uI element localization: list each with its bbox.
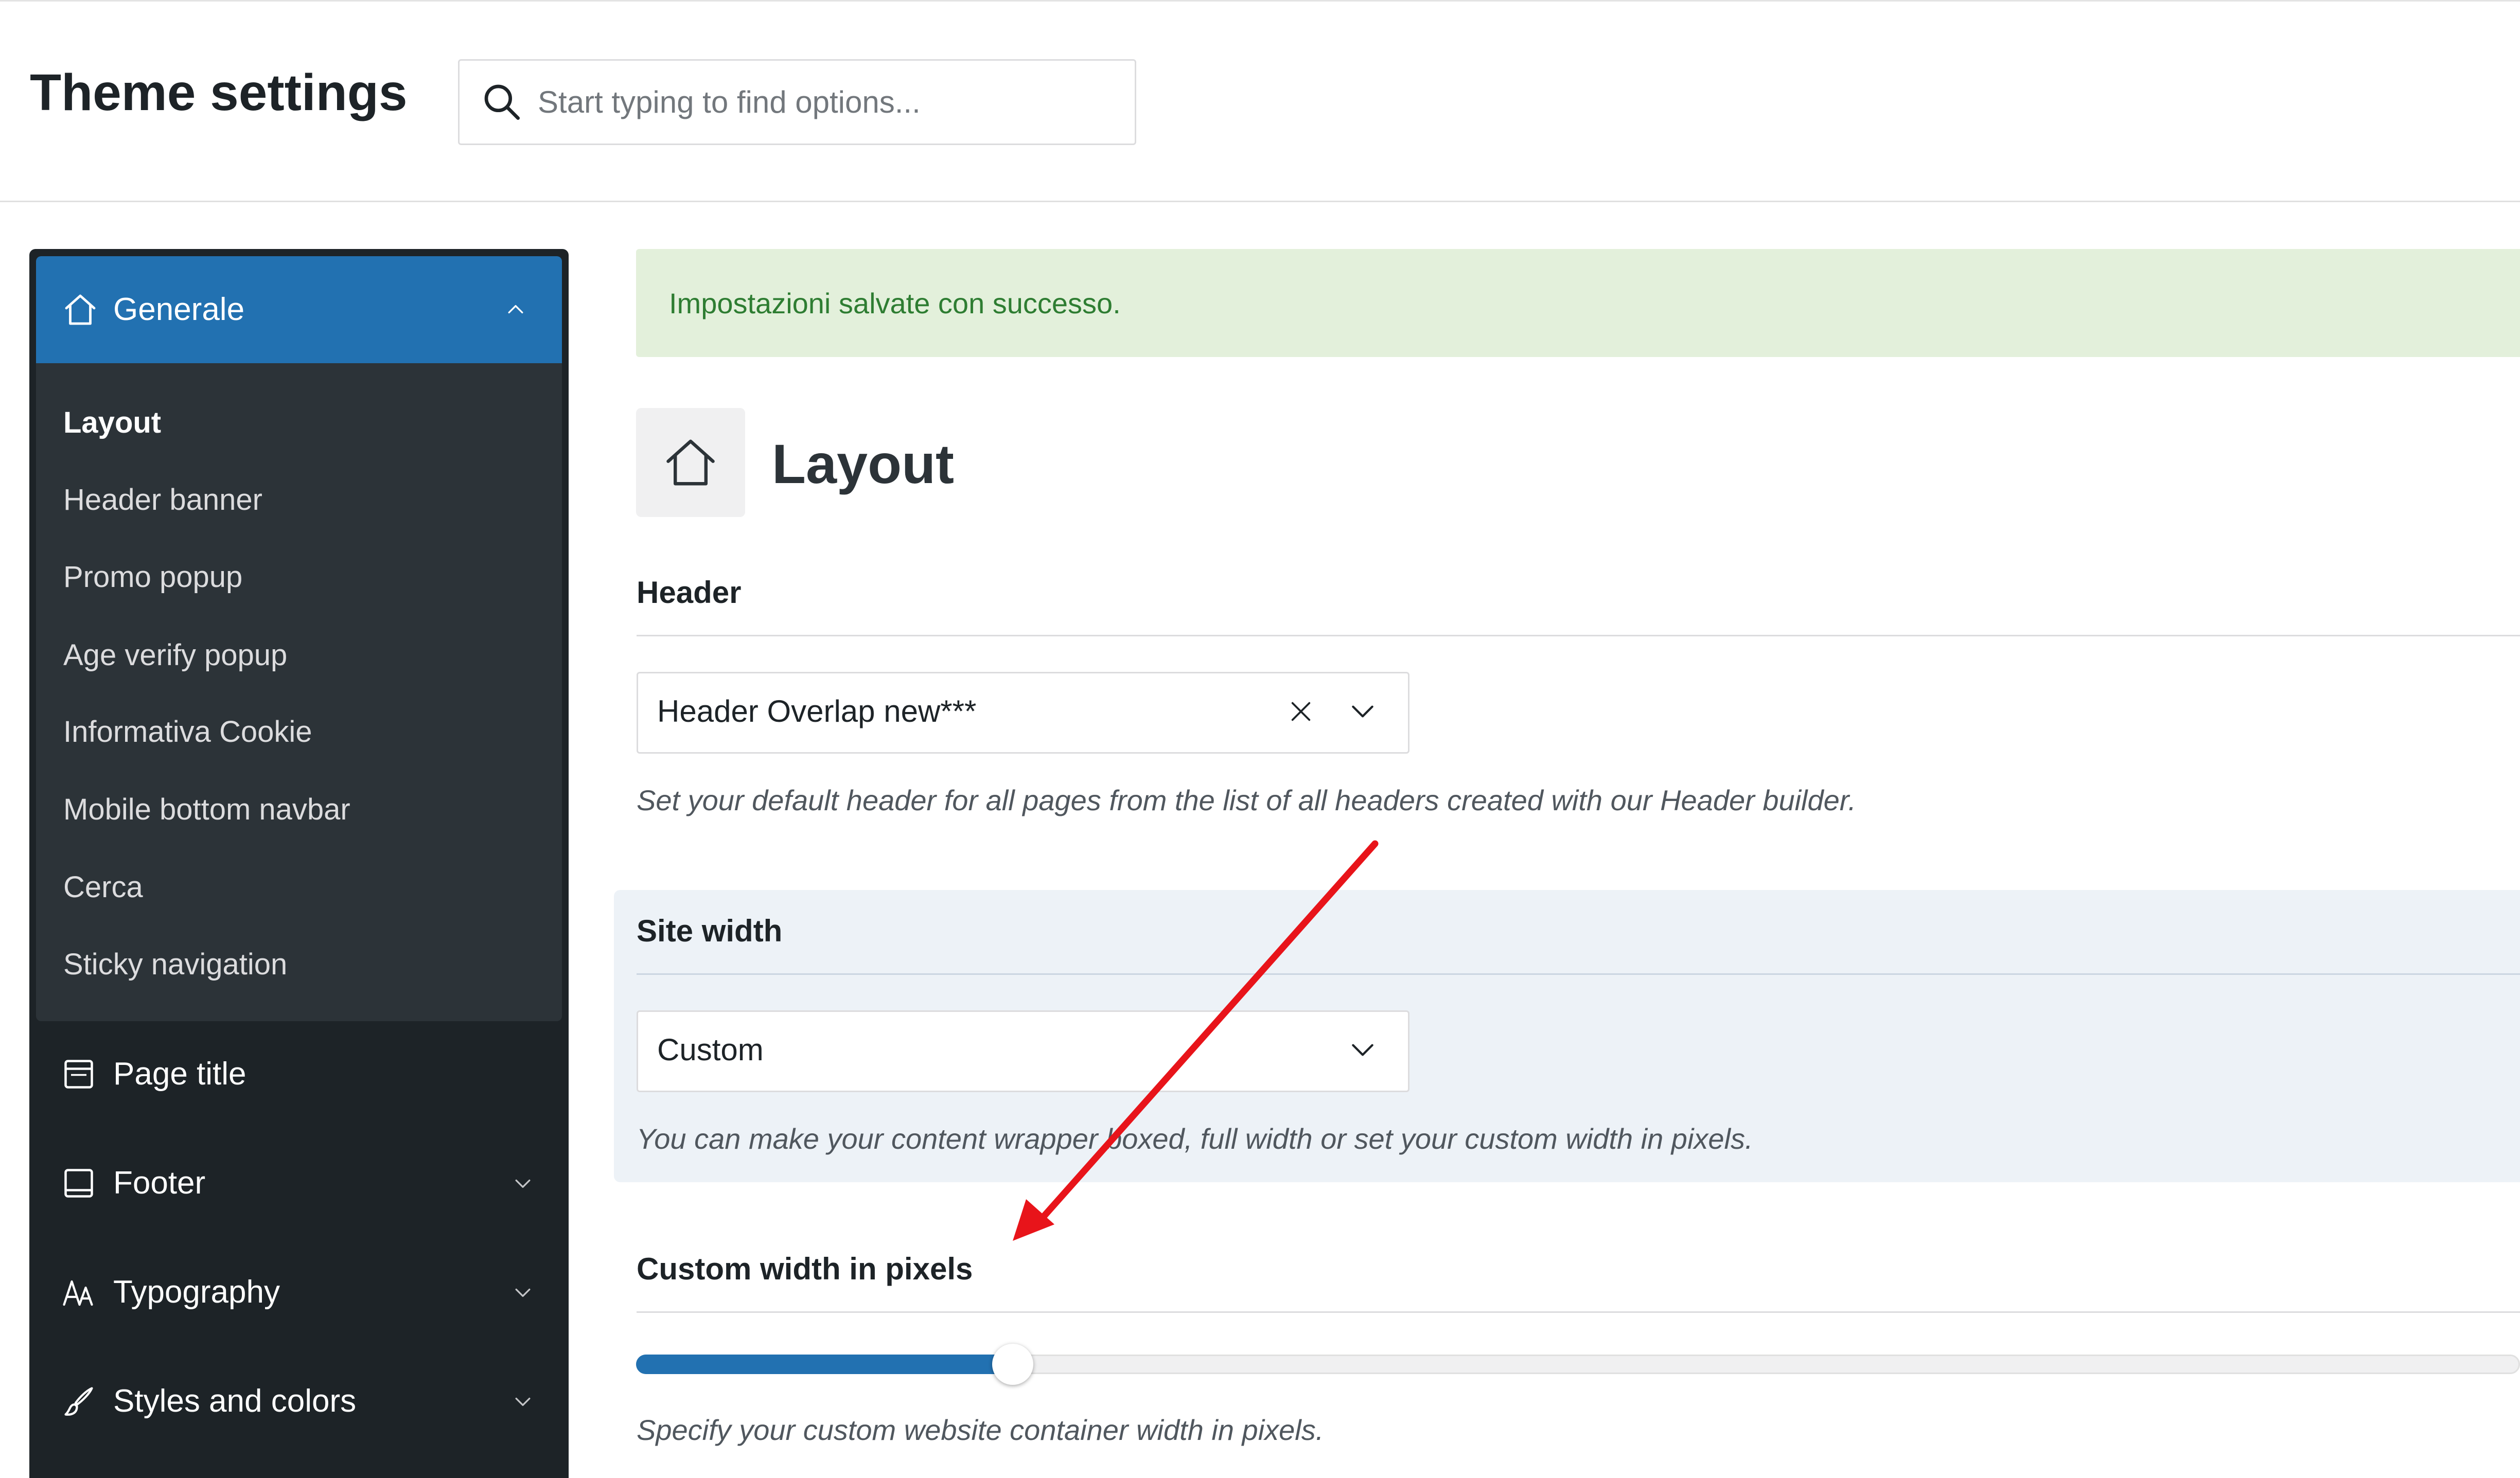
sidebar-item-label: Page title — [113, 1056, 246, 1092]
home-icon — [666, 439, 715, 486]
typography-icon — [63, 1280, 93, 1306]
chevron-down-icon[interactable] — [1348, 697, 1377, 726]
sidebar-submenu — [36, 363, 562, 1021]
site-width-select-value: Custom — [657, 1032, 764, 1067]
sidebar-item-label: Generale — [113, 292, 245, 327]
success-notice-text: Impostazioni salvate con successo. — [669, 287, 1121, 319]
chevron-down-icon[interactable] — [512, 1390, 534, 1413]
sidebar-item-typography[interactable]: Typography — [29, 1242, 569, 1345]
chevron-down-icon[interactable] — [512, 1281, 534, 1304]
header-divider — [0, 201, 2520, 202]
header-field-label: Header — [637, 575, 742, 610]
site-width-select[interactable]: Custom — [637, 1010, 1409, 1092]
custom-width-slider-thumb[interactable] — [992, 1344, 1033, 1385]
header-select[interactable]: Header Overlap new*** — [637, 672, 1409, 754]
sidebar-item-label: Footer — [113, 1165, 206, 1201]
site-width-field-help: You can make your content wrapper boxed,… — [637, 1123, 1753, 1155]
site-width-field-label: Site width — [637, 914, 783, 948]
section-title: Layout — [772, 433, 955, 495]
sidebar-subitem-promo-popup[interactable]: Promo popup — [63, 562, 242, 592]
brush-icon — [64, 1387, 93, 1416]
home-icon — [65, 294, 96, 325]
field-divider — [637, 635, 2520, 636]
sidebar-subitem-sticky-navigation[interactable]: Sticky navigation — [63, 950, 287, 980]
field-divider — [637, 1311, 2520, 1313]
clear-icon[interactable] — [1287, 697, 1315, 726]
sidebar-subitem-layout[interactable]: Layout — [63, 408, 161, 438]
custom-width-slider-fill — [636, 1355, 1013, 1374]
field-divider — [637, 973, 2520, 975]
search-input[interactable] — [538, 62, 1124, 143]
chevron-up-icon[interactable] — [504, 298, 527, 321]
sidebar-item-generale[interactable]: Generale — [36, 256, 562, 363]
custom-width-field-label: Custom width in pixels — [637, 1252, 973, 1286]
sidebar-subitem-mobile-bottom-navbar[interactable]: Mobile bottom navbar — [63, 795, 350, 825]
header-select-value: Header Overlap new*** — [657, 694, 977, 728]
page-title-icon — [64, 1060, 93, 1089]
custom-width-field-help: Specify your custom website container wi… — [637, 1414, 1324, 1446]
sidebar-subitem-age-verify-popup[interactable]: Age verify popup — [63, 640, 287, 670]
chevron-down-icon[interactable] — [512, 1172, 534, 1195]
top-border — [0, 0, 2520, 2]
chevron-down-icon[interactable] — [1348, 1036, 1377, 1064]
sidebar-item-label: Typography — [113, 1274, 280, 1310]
footer-icon — [64, 1169, 93, 1198]
sidebar-item-page-title[interactable]: Page title — [29, 1024, 569, 1127]
sidebar-subitem-header-banner[interactable]: Header banner — [63, 485, 262, 515]
page-title: Theme settings — [30, 64, 408, 121]
sidebar-item-styles-and-colors[interactable]: Styles and colors — [29, 1351, 569, 1454]
sidebar-item-footer[interactable]: Footer — [29, 1133, 569, 1236]
header-field-help: Set your default header for all pages fr… — [637, 784, 1856, 816]
sidebar-subitem-cerca[interactable]: Cerca — [63, 872, 143, 902]
sidebar-subitem-informativa-cookie[interactable]: Informativa Cookie — [63, 717, 312, 747]
sidebar-item-label: Styles and colors — [113, 1383, 357, 1419]
search-icon — [484, 84, 520, 120]
